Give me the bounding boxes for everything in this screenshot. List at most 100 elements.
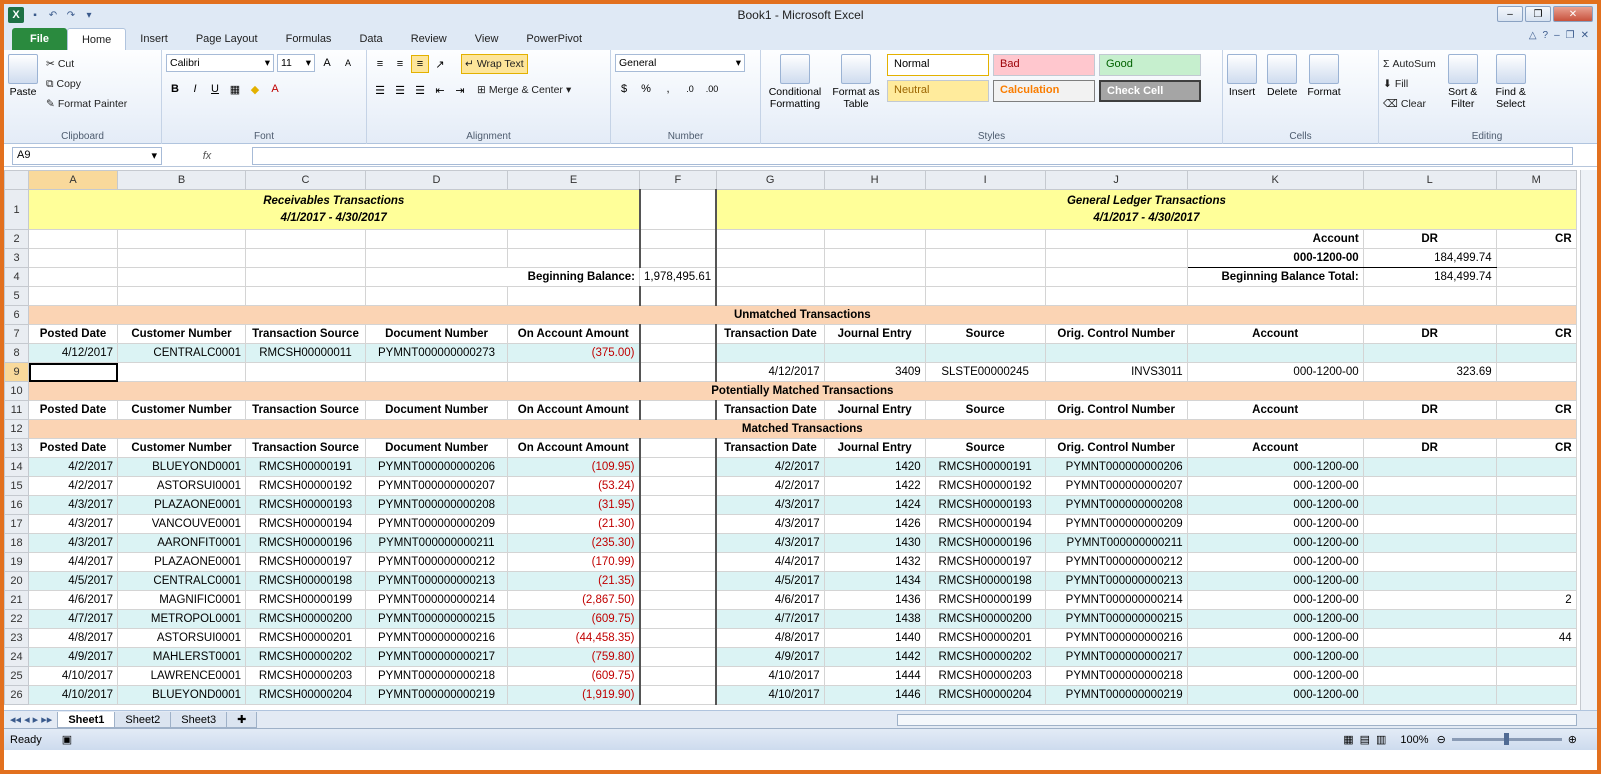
table-cell[interactable]: PYMNT000000000209	[1044, 514, 1188, 534]
row-header[interactable]: 13	[4, 438, 29, 458]
table-cell[interactable]	[1362, 514, 1497, 534]
table-cell[interactable]	[1495, 609, 1577, 629]
view-normal-icon[interactable]: ▦	[1343, 733, 1353, 746]
gl-column-header[interactable]: Account	[1186, 438, 1364, 458]
zoom-in-icon[interactable]: ⊕	[1568, 733, 1577, 746]
table-cell[interactable]: 000-1200-00	[1186, 647, 1364, 667]
table-cell[interactable]: 000-1200-00	[1186, 609, 1364, 629]
table-cell[interactable]	[1495, 457, 1577, 477]
gl-column-header[interactable]: Source	[924, 400, 1046, 420]
table-cell[interactable]: 000-1200-00	[1186, 476, 1364, 496]
table-cell[interactable]	[1362, 609, 1497, 629]
gl-column-header[interactable]: DR	[1362, 400, 1497, 420]
ar-column-header[interactable]: Customer Number	[117, 438, 246, 458]
doc-minimize-icon[interactable]: –	[1554, 30, 1560, 41]
table-cell[interactable]: 1438	[823, 609, 926, 629]
table-cell[interactable]: 1430	[823, 533, 926, 553]
formula-input[interactable]	[252, 146, 1573, 165]
table-cell[interactable]: PYMNT000000000213	[365, 571, 508, 591]
table-cell[interactable]: (170.99)	[507, 552, 640, 572]
table-cell[interactable]	[1495, 476, 1577, 496]
sheet-nav-icon[interactable]: ◂◂ ◂ ▸ ▸▸	[4, 713, 58, 726]
font-name-select[interactable]: Calibri ▾	[166, 54, 274, 72]
gl-column-header[interactable]: Journal Entry	[823, 324, 926, 344]
dr-header[interactable]: DR	[1362, 229, 1497, 249]
minimize-ribbon-icon[interactable]: △	[1529, 30, 1537, 41]
customize-qat-icon[interactable]: ▾	[82, 8, 96, 22]
cell[interactable]: SLSTE00000245	[924, 362, 1046, 382]
table-cell[interactable]	[1495, 647, 1577, 667]
table-cell[interactable]: PYMNT000000000212	[1044, 552, 1188, 572]
gl-column-header[interactable]: Source	[924, 438, 1046, 458]
gl-column-header[interactable]: Orig. Control Number	[1044, 324, 1188, 344]
table-cell[interactable]: (609.75)	[507, 609, 640, 629]
table-cell[interactable]: (21.30)	[507, 514, 640, 534]
table-cell[interactable]: 1446	[823, 685, 926, 705]
help-icon[interactable]: ?	[1543, 30, 1549, 41]
table-cell[interactable]: 4/2/2017	[715, 476, 825, 496]
potential-section-header[interactable]: Potentially Matched Transactions	[28, 381, 1577, 401]
cut-button[interactable]: ✂ Cut	[46, 54, 127, 74]
column-header[interactable]: M	[1495, 170, 1577, 190]
ar-column-header[interactable]: Transaction Source	[245, 324, 366, 344]
table-cell[interactable]: 4/3/2017	[715, 514, 825, 534]
column-header[interactable]: C	[245, 170, 366, 190]
restore-button[interactable]: ❐	[1525, 6, 1551, 22]
table-cell[interactable]: VANCOUVE0001	[117, 514, 246, 534]
table-cell[interactable]: (53.24)	[507, 476, 640, 496]
cell[interactable]: 000-1200-00	[1186, 362, 1364, 382]
row-header[interactable]: 24	[4, 647, 29, 667]
table-cell[interactable]: BLUEYOND0001	[117, 685, 246, 705]
beginning-total-label[interactable]: Beginning Balance Total:	[1186, 267, 1364, 287]
macro-record-icon[interactable]: ▣	[62, 733, 72, 746]
table-cell[interactable]: RMCSH00000194	[924, 514, 1046, 534]
row-header[interactable]: 15	[4, 476, 29, 496]
row-header[interactable]: 18	[4, 533, 29, 553]
tab-data[interactable]: Data	[345, 28, 396, 50]
underline-icon[interactable]: U	[206, 80, 224, 98]
ar-column-header[interactable]: Customer Number	[117, 400, 246, 420]
ar-column-header[interactable]: Transaction Source	[245, 438, 366, 458]
table-cell[interactable]: 1420	[823, 457, 926, 477]
row-header[interactable]: 19	[4, 552, 29, 572]
selected-cell-a9[interactable]	[28, 362, 118, 382]
horizontal-scrollbar[interactable]	[897, 713, 1577, 726]
table-cell[interactable]: 4/8/2017	[715, 628, 825, 648]
table-cell[interactable]: 4/4/2017	[28, 552, 118, 572]
tab-insert[interactable]: Insert	[126, 28, 182, 50]
gl-column-header[interactable]: Account	[1186, 400, 1364, 420]
zoom-level[interactable]: 100%	[1400, 734, 1428, 746]
column-header[interactable]: H	[823, 170, 926, 190]
doc-restore-icon[interactable]: ❐	[1566, 30, 1575, 41]
table-cell[interactable]: RMCSH00000192	[245, 476, 366, 496]
table-cell[interactable]	[1362, 476, 1497, 496]
table-cell[interactable]: LAWRENCE0001	[117, 666, 246, 686]
table-cell[interactable]: RMCSH00000193	[924, 495, 1046, 515]
fill-button[interactable]: ⬇ Fill	[1383, 74, 1436, 94]
cell[interactable]: PYMNT000000000273	[365, 343, 508, 363]
row-header[interactable]: 11	[4, 400, 29, 420]
view-page-layout-icon[interactable]: ▤	[1360, 733, 1370, 746]
delete-cells-button[interactable]: Delete	[1267, 54, 1297, 98]
table-cell[interactable]: 000-1200-00	[1186, 495, 1364, 515]
table-cell[interactable]: PYMNT000000000211	[365, 533, 508, 553]
table-cell[interactable]: PYMNT000000000214	[1044, 590, 1188, 610]
column-header[interactable]: K	[1186, 170, 1364, 190]
table-cell[interactable]: PYMNT000000000219	[365, 685, 508, 705]
sheet-tab-2[interactable]: Sheet2	[114, 711, 172, 728]
table-cell[interactable]: 4/5/2017	[715, 571, 825, 591]
number-format-select[interactable]: General ▾	[615, 54, 745, 72]
table-cell[interactable]	[1362, 628, 1497, 648]
unmatched-section-header[interactable]: Unmatched Transactions	[28, 305, 1577, 325]
gl-column-header[interactable]: Transaction Date	[715, 400, 825, 420]
select-all-corner[interactable]	[4, 170, 29, 190]
table-cell[interactable]: PYMNT000000000217	[1044, 647, 1188, 667]
table-cell[interactable]: 4/4/2017	[715, 552, 825, 572]
table-cell[interactable]: RMCSH00000203	[245, 666, 366, 686]
table-cell[interactable]: METROPOL0001	[117, 609, 246, 629]
ar-column-header[interactable]: Posted Date	[28, 400, 118, 420]
table-cell[interactable]: 1424	[823, 495, 926, 515]
beginning-balance-value[interactable]: 1,978,495.61	[639, 267, 717, 287]
table-cell[interactable]: PYMNT000000000208	[1044, 495, 1188, 515]
worksheet-grid[interactable]: A B C D E F G H I J K L M 1 Receivables …	[4, 170, 1597, 710]
